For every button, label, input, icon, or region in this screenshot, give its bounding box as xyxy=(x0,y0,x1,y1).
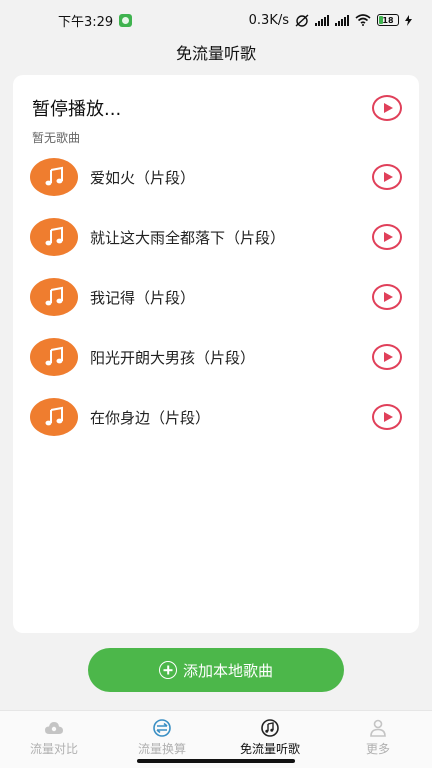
play-icon xyxy=(384,292,393,302)
now-playing: 暂停播放... 暂无歌曲 xyxy=(32,95,121,146)
music-note-icon xyxy=(45,166,63,186)
cloud-icon xyxy=(45,722,63,734)
wifi-icon xyxy=(355,14,371,26)
status-bar: 下午3:29 0.3K/s 18 xyxy=(0,0,432,40)
battery-level: 18 xyxy=(382,15,394,25)
signal-icon-1 xyxy=(315,14,329,26)
play-icon xyxy=(384,172,393,182)
song-play-button[interactable] xyxy=(372,164,402,190)
tab-more[interactable]: 更多 xyxy=(324,711,432,768)
play-icon xyxy=(384,232,393,242)
tab-label: 流量对比 xyxy=(29,742,78,756)
status-right: 0.3K/s 18 xyxy=(249,13,412,28)
add-local-songs-label: 添加本地歌曲 xyxy=(182,661,273,680)
song-avatar xyxy=(30,278,78,316)
song-play-button[interactable] xyxy=(372,344,402,370)
tab-label: 免流量听歌 xyxy=(239,742,300,756)
charging-icon xyxy=(405,14,412,26)
play-icon xyxy=(384,412,393,422)
song-list-card: 暂停播放... 暂无歌曲 爱如火（片段） 就让这大雨全都落下（片段） 我记得（片… xyxy=(13,75,419,633)
user-icon xyxy=(370,719,386,737)
song-play-button[interactable] xyxy=(372,284,402,310)
wechat-notification-icon xyxy=(119,13,133,27)
add-local-songs-button[interactable]: 添加本地歌曲 xyxy=(88,648,344,692)
song-row[interactable]: 爱如火（片段） xyxy=(13,155,419,199)
signal-icon-2 xyxy=(335,14,349,26)
song-avatar xyxy=(30,158,78,196)
play-icon xyxy=(384,103,393,113)
song-avatar xyxy=(30,398,78,436)
song-title: 爱如火（片段） xyxy=(90,168,196,187)
now-playing-subtitle: 暂无歌曲 xyxy=(32,131,81,145)
music-note-icon xyxy=(45,226,63,246)
song-play-button[interactable] xyxy=(372,224,402,250)
exchange-icon xyxy=(153,719,171,737)
music-note-icon xyxy=(45,406,63,426)
tab-label: 更多 xyxy=(365,742,390,756)
song-row[interactable]: 阳光开朗大男孩（片段） xyxy=(13,335,419,379)
song-title: 我记得（片段） xyxy=(90,288,196,307)
song-row[interactable]: 在你身边（片段） xyxy=(13,395,419,439)
status-time: 下午3:29 xyxy=(58,14,114,30)
now-playing-play-button[interactable] xyxy=(372,95,402,121)
tab-label: 流量换算 xyxy=(137,742,186,756)
home-indicator[interactable] xyxy=(137,759,295,763)
music-note-icon xyxy=(45,286,63,306)
page-title: 免流量听歌 xyxy=(175,44,256,63)
tab-traffic-compare[interactable]: 流量对比 xyxy=(0,711,108,768)
song-avatar xyxy=(30,218,78,256)
song-title: 在你身边（片段） xyxy=(90,408,211,427)
network-speed: 0.3K/s xyxy=(248,12,289,28)
song-row[interactable]: 就让这大雨全都落下（片段） xyxy=(13,215,419,259)
play-icon xyxy=(384,352,393,362)
song-row[interactable]: 我记得（片段） xyxy=(13,275,419,319)
plus-circle-icon xyxy=(158,661,177,679)
song-play-button[interactable] xyxy=(372,404,402,430)
alarm-muted-icon xyxy=(295,13,309,27)
battery-icon: 18 xyxy=(377,14,399,26)
song-title: 就让这大雨全都落下（片段） xyxy=(90,228,286,247)
song-title: 阳光开朗大男孩（片段） xyxy=(90,348,256,367)
now-playing-title: 暂停播放... xyxy=(32,99,122,120)
music-note-icon xyxy=(45,346,63,366)
status-left: 下午3:29 xyxy=(58,11,133,30)
song-avatar xyxy=(30,338,78,376)
music-icon xyxy=(261,719,279,737)
